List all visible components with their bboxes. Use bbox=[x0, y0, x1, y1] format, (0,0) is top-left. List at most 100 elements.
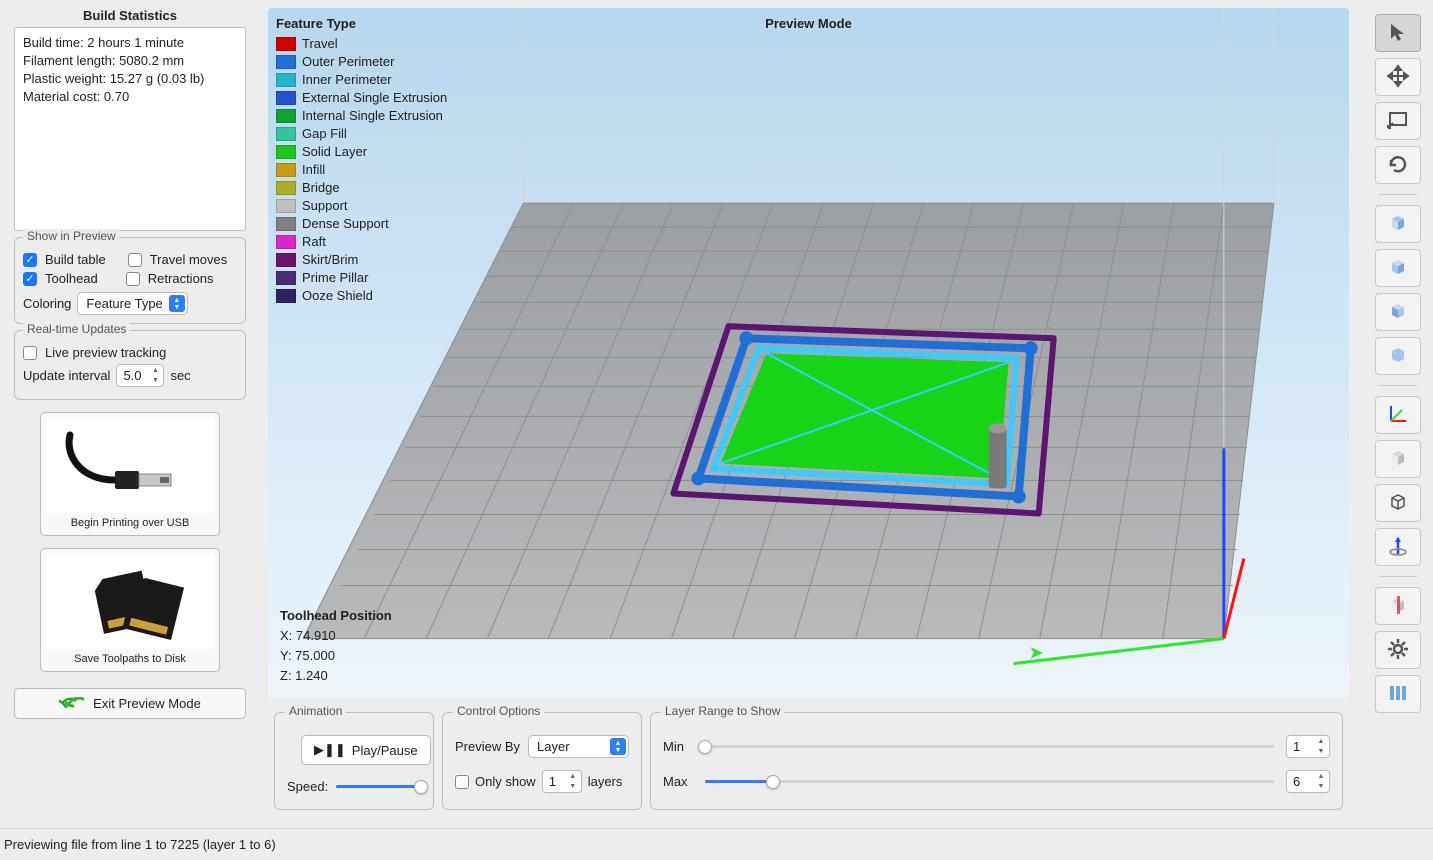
usb-cable-icon bbox=[45, 417, 215, 513]
view-top-icon bbox=[1386, 211, 1410, 238]
legend-label: Outer Perimeter bbox=[302, 53, 394, 71]
legend-row: Inner Perimeter bbox=[276, 71, 447, 89]
toolhead-x: X: 74.910 bbox=[280, 626, 392, 646]
disk-caption: Save Toolpaths to Disk bbox=[45, 649, 215, 667]
animation-legend: Animation bbox=[285, 704, 346, 718]
view-front-icon bbox=[1386, 255, 1410, 282]
move-icon bbox=[1386, 64, 1410, 91]
legend-row: Skirt/Brim bbox=[276, 251, 447, 269]
legend-row: Dense Support bbox=[276, 215, 447, 233]
legend-swatch bbox=[276, 127, 296, 141]
toolhead-position: Toolhead Position X: 74.910 Y: 75.000 Z:… bbox=[280, 606, 392, 686]
checkbox-travel-moves[interactable] bbox=[128, 253, 142, 267]
input-min-value: 1 bbox=[1293, 739, 1300, 754]
right-toolbar bbox=[1369, 8, 1427, 816]
solid-button[interactable] bbox=[1375, 440, 1421, 478]
input-only-show[interactable]: 1 ▲▼ bbox=[542, 770, 582, 793]
legend-row: Support bbox=[276, 197, 447, 215]
preview-area: ➤ P bbox=[268, 8, 1349, 816]
min-label: Min bbox=[663, 739, 693, 754]
legend-row: Solid Layer bbox=[276, 143, 447, 161]
show-in-preview-group: Show in Preview ✓ Build table Travel mov… bbox=[14, 237, 246, 324]
wireframe-button[interactable] bbox=[1375, 484, 1421, 522]
move-button[interactable] bbox=[1375, 58, 1421, 96]
view-front-button[interactable] bbox=[1375, 249, 1421, 287]
max-slider[interactable] bbox=[705, 780, 1274, 783]
play-pause-icon: ▶❚❚ bbox=[314, 742, 346, 758]
normals-button[interactable] bbox=[1375, 528, 1421, 566]
back-arrow-icon bbox=[65, 697, 85, 711]
viewport-icon bbox=[1386, 108, 1410, 135]
label-travel-moves: Travel moves bbox=[150, 252, 228, 267]
preview-by-label: Preview By bbox=[455, 739, 520, 754]
solid-icon bbox=[1386, 446, 1410, 473]
exit-preview-button[interactable]: Exit Preview Mode bbox=[14, 688, 246, 719]
stat-weight: Plastic weight: 15.27 g (0.03 lb) bbox=[23, 70, 237, 88]
toolhead-y: Y: 75.000 bbox=[280, 646, 392, 666]
exit-preview-label: Exit Preview Mode bbox=[93, 696, 201, 711]
layer-range-group: Layer Range to Show Min 1 ▲▼ Max 6 ▲▼ bbox=[650, 712, 1343, 810]
checkbox-live-preview[interactable] bbox=[23, 346, 37, 360]
control-options-group: Control Options Preview By Layer ▲▼ Only… bbox=[442, 712, 642, 810]
min-slider[interactable] bbox=[705, 745, 1274, 748]
only-show-unit: layers bbox=[588, 774, 623, 789]
build-stats-box: Build time: 2 hours 1 minute Filament le… bbox=[14, 27, 246, 231]
legend-label: Gap Fill bbox=[302, 125, 347, 143]
legend-row: Raft bbox=[276, 233, 447, 251]
legend-row: Prime Pillar bbox=[276, 269, 447, 287]
chevron-updown-icon: ▲▼ bbox=[169, 295, 185, 312]
legend-row: External Single Extrusion bbox=[276, 89, 447, 107]
input-max-layer[interactable]: 6 ▲▼ bbox=[1286, 770, 1330, 793]
select-preview-by[interactable]: Layer ▲▼ bbox=[528, 735, 629, 758]
animation-group: Animation ▶❚❚ Play/Pause Speed: bbox=[274, 712, 434, 810]
input-max-value: 6 bbox=[1293, 774, 1300, 789]
label-live-preview: Live preview tracking bbox=[45, 345, 166, 360]
viewport-button[interactable] bbox=[1375, 102, 1421, 140]
label-coloring: Coloring bbox=[23, 296, 71, 311]
axes-button[interactable] bbox=[1375, 396, 1421, 434]
legend-label: Solid Layer bbox=[302, 143, 367, 161]
legend-swatch bbox=[276, 235, 296, 249]
legend-row: Ooze Shield bbox=[276, 287, 447, 305]
legend-swatch bbox=[276, 253, 296, 267]
legend-swatch bbox=[276, 55, 296, 69]
play-pause-button[interactable]: ▶❚❚ Play/Pause bbox=[301, 735, 431, 765]
speed-slider[interactable] bbox=[336, 785, 421, 788]
wireframe-icon bbox=[1386, 490, 1410, 517]
rotate-button[interactable] bbox=[1375, 146, 1421, 184]
input-min-layer[interactable]: 1 ▲▼ bbox=[1286, 735, 1330, 758]
checkbox-only-show[interactable] bbox=[455, 775, 469, 789]
layer-range-legend: Layer Range to Show bbox=[661, 704, 784, 718]
legend-row: Internal Single Extrusion bbox=[276, 107, 447, 125]
checkbox-build-table[interactable]: ✓ bbox=[23, 253, 37, 267]
view-top-button[interactable] bbox=[1375, 205, 1421, 243]
viewport[interactable]: ➤ P bbox=[268, 8, 1349, 698]
legend-row: Bridge bbox=[276, 179, 447, 197]
checkbox-toolhead[interactable]: ✓ bbox=[23, 272, 37, 286]
section-button[interactable] bbox=[1375, 587, 1421, 625]
legend-swatch bbox=[276, 37, 296, 51]
play-pause-label: Play/Pause bbox=[352, 743, 418, 758]
columns-button[interactable] bbox=[1375, 675, 1421, 713]
begin-printing-usb-button[interactable]: Begin Printing over USB bbox=[40, 412, 220, 536]
section-icon bbox=[1386, 593, 1410, 620]
axes-icon bbox=[1386, 402, 1410, 429]
input-only-show-value: 1 bbox=[549, 774, 556, 789]
only-show-label: Only show bbox=[475, 774, 536, 789]
status-text: Previewing file from line 1 to 7225 (lay… bbox=[4, 837, 276, 852]
stat-cost: Material cost: 0.70 bbox=[23, 88, 237, 106]
select-coloring[interactable]: Feature Type ▲▼ bbox=[77, 292, 187, 315]
save-toolpaths-button[interactable]: Save Toolpaths to Disk bbox=[40, 548, 220, 672]
input-update-interval[interactable]: 5.0 ▲▼ bbox=[116, 364, 164, 387]
toolbar-separator bbox=[1379, 194, 1417, 195]
legend-swatch bbox=[276, 91, 296, 105]
checkbox-retractions[interactable] bbox=[126, 272, 140, 286]
rotate-icon bbox=[1386, 152, 1410, 179]
view-iso-button[interactable] bbox=[1375, 337, 1421, 375]
control-options-legend: Control Options bbox=[453, 704, 544, 718]
legend-swatch bbox=[276, 289, 296, 303]
view-side-button[interactable] bbox=[1375, 293, 1421, 331]
view-side-icon bbox=[1386, 299, 1410, 326]
gear-button[interactable] bbox=[1375, 631, 1421, 669]
cursor-button[interactable] bbox=[1375, 14, 1421, 52]
